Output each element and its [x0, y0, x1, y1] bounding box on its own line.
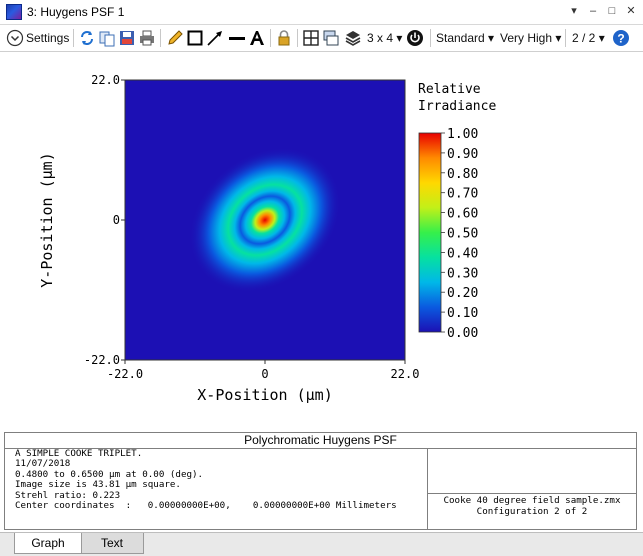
colorbar-tick-label: 0.70	[447, 187, 478, 202]
print-icon[interactable]	[138, 29, 156, 47]
report-file: Cooke 40 degree field sample.zmx	[443, 495, 621, 506]
toolbar-separator	[565, 29, 566, 47]
y-tick-label: -22.0	[84, 353, 120, 367]
title-bar: 3: Huygens PSF 1 ▾ – □ ✕	[0, 0, 643, 25]
colorbar-tick-label: 0.80	[447, 167, 478, 182]
layout-dropdown[interactable]: 3 x 4 ▾	[367, 25, 402, 51]
toolbar: Settings 3 x 4 ▾ Standard ▾ Very High ▾ …	[0, 25, 643, 52]
report-line: A SIMPLE COOKE TRIPLET.	[15, 448, 143, 459]
toolbar-separator	[160, 29, 161, 47]
colorbar-tick-label: 0.30	[447, 266, 478, 281]
report-config: Configuration 2 of 2	[476, 506, 588, 517]
sampling-dropdown[interactable]: Standard ▾	[436, 25, 494, 51]
graph-panel: -22.0 0 22.0 22.0 0 -22.0 X-Position (µm) Y-Pos…	[0, 52, 643, 430]
report-divider	[427, 448, 428, 530]
colorbar-tick-label: 0.50	[447, 227, 478, 242]
view-tabs: Text Graph	[0, 532, 643, 556]
page-dropdown[interactable]: 2 / 2 ▾	[572, 25, 605, 51]
windows-icon[interactable]	[322, 29, 340, 47]
maximize-icon[interactable]: □	[603, 3, 621, 19]
y-axis-label: Y-Position (µm)	[38, 152, 56, 287]
copy-icon[interactable]	[98, 29, 116, 47]
layers-icon[interactable]	[344, 29, 362, 47]
window-menu-icon[interactable]: ▾	[565, 3, 583, 19]
toolbar-separator	[297, 29, 298, 47]
toolbar-separator	[430, 29, 431, 47]
fit-window-icon[interactable]	[302, 29, 320, 47]
psf-chart: -22.0 0 22.0 22.0 0 -22.0 X-Position (µm) Y-Pos…	[38, 73, 496, 404]
x-tick-label: -22.0	[107, 367, 143, 381]
report-panel: Polychromatic Huygens PSF A SIMPLE COOKE…	[4, 432, 637, 530]
toolbar-separator	[270, 29, 271, 47]
x-tick-label: 0	[261, 367, 268, 381]
x-tick-label: 22.0	[391, 367, 420, 381]
refresh-icon[interactable]	[78, 29, 96, 47]
help-icon[interactable]: ?	[612, 29, 630, 47]
x-axis-label: X-Position (µm)	[197, 386, 332, 404]
power-icon[interactable]	[406, 29, 424, 47]
tab-text[interactable]: Text	[80, 533, 144, 554]
quality-dropdown[interactable]: Very High ▾	[500, 25, 561, 51]
toolbar-separator	[73, 29, 74, 47]
svg-text:?: ?	[617, 32, 624, 46]
window-title: 3: Huygens PSF 1	[27, 5, 125, 19]
colorbar-tick-label: 0.10	[447, 306, 478, 321]
colorbar-tick-label: 0.00	[447, 326, 478, 341]
report-line: Center coordinates : 0.00000000E+00, 0.0…	[15, 500, 397, 512]
report-divider	[427, 493, 636, 494]
colorbar-tick-label: 0.40	[447, 246, 478, 261]
lock-icon[interactable]	[275, 29, 293, 47]
settings-button[interactable]: Settings	[26, 25, 69, 51]
quality-dropdown-label: Very High	[500, 31, 553, 45]
minimize-icon[interactable]: –	[584, 3, 602, 19]
report-file-info: Cooke 40 degree field sample.zmx Configu…	[428, 495, 636, 517]
colorbar-tick-label: 0.60	[447, 207, 478, 222]
colorbar-title: Irradiance	[418, 99, 496, 114]
colorbar	[418, 132, 442, 333]
sampling-dropdown-label: Standard	[436, 31, 485, 45]
colorbar-tick-label: 0.20	[447, 286, 478, 301]
chevron-down-circle-icon[interactable]	[6, 29, 24, 47]
colorbar-title: Relative	[418, 82, 481, 97]
page-dropdown-label: 2 / 2	[572, 31, 596, 45]
rectangle-icon[interactable]	[186, 29, 204, 47]
tab-graph[interactable]: Graph	[14, 533, 82, 554]
layout-dropdown-label: 3 x 4	[367, 31, 394, 45]
report-title: Polychromatic Huygens PSF	[5, 433, 636, 449]
y-tick-label: 22.0	[91, 73, 120, 87]
line-icon[interactable]	[228, 29, 246, 47]
text-tool-icon[interactable]	[248, 29, 266, 47]
arrow-icon[interactable]	[206, 29, 224, 47]
pencil-icon[interactable]	[166, 29, 184, 47]
colorbar-tick-label: 0.90	[447, 147, 478, 162]
report-details: A SIMPLE COOKE TRIPLET. 11/07/2018 0.4800 …	[15, 448, 397, 512]
save-icon[interactable]	[118, 29, 136, 47]
y-tick-label: 0	[113, 213, 120, 227]
colorbar-tick-label: 1.00	[447, 127, 478, 142]
app-icon	[6, 4, 22, 20]
close-icon[interactable]: ✕	[622, 3, 640, 19]
